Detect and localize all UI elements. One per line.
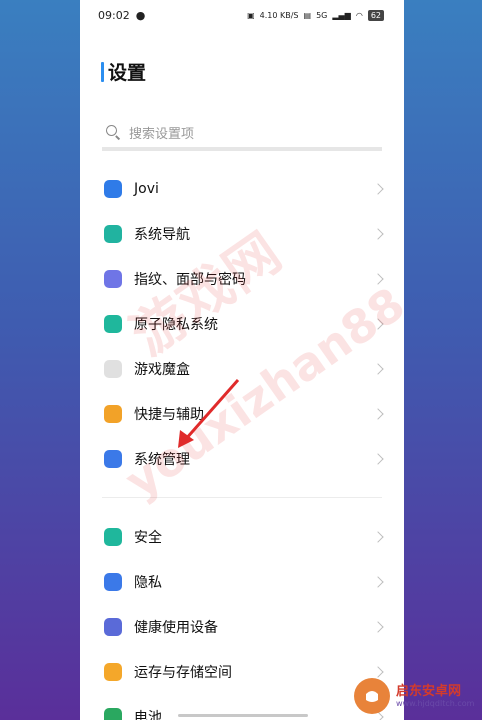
chevron-right-icon	[372, 317, 384, 330]
settings-item-label: 快捷与辅助	[134, 406, 204, 423]
gamepad-icon	[104, 359, 122, 378]
settings-screen: 09:02 ● ▣ 4.10 KB/S ▤ 5G ▂▄▆ ◠ 62 设置 搜索设…	[80, 0, 404, 720]
wifi-icon: ◠	[355, 10, 363, 20]
chevron-right-icon	[372, 620, 384, 633]
settings-item-label: 安全	[134, 529, 162, 546]
settings-item-group1-2[interactable]: 指纹、面部与密码	[80, 256, 404, 301]
settings-item-label: Jovi	[134, 180, 159, 197]
jovi-icon	[104, 179, 122, 198]
battery-icon	[104, 707, 122, 720]
settings-item-group2-1[interactable]: 隐私	[80, 559, 404, 604]
settings-item-group1-5[interactable]: 快捷与辅助	[80, 391, 404, 436]
nfc-icon: ▤	[303, 10, 312, 20]
system-hexagon-icon	[104, 449, 122, 468]
logo-url: www.hjdqdltch.com	[396, 698, 475, 708]
signal-label: 5G	[316, 10, 328, 20]
settings-item-group1-6[interactable]: 系统管理	[80, 436, 404, 481]
status-bar: 09:02 ● ▣ 4.10 KB/S ▤ 5G ▂▄▆ ◠ 62	[80, 0, 404, 30]
title-accent-bar	[101, 61, 104, 82]
battery-level: 62	[367, 9, 384, 21]
chevron-right-icon	[372, 530, 384, 543]
vibrate-icon: ▣	[247, 10, 255, 20]
chevron-right-icon	[372, 407, 384, 420]
signal-bars-icon: ▂▄▆	[332, 10, 351, 20]
chevron-right-icon	[372, 227, 384, 240]
network-speed: 4.10 KB/S	[259, 10, 299, 20]
settings-item-group1-4[interactable]: 游戏魔盒	[80, 346, 404, 391]
logo-name: 启东安卓网	[396, 683, 462, 699]
chevron-right-icon	[372, 272, 384, 285]
group-divider	[102, 497, 382, 498]
search-placeholder: 搜索设置项	[129, 126, 195, 142]
storage-pie-icon	[104, 662, 122, 681]
settings-group-primary: Jovi 系统导航指纹、面部与密码 原子隐私系统 游戏魔盒快捷与辅助系统管理	[80, 166, 404, 481]
lock-icon	[104, 572, 122, 591]
settings-item-label: 运存与存储空间	[134, 664, 232, 681]
settings-item-label: 隐私	[134, 574, 162, 591]
settings-item-group1-1[interactable]: 系统导航	[80, 211, 404, 256]
settings-item-label: 健康使用设备	[134, 619, 218, 636]
settings-item-group1-0[interactable]: Jovi	[80, 166, 404, 211]
site-logo: 启东安卓网 www.hjdqdltch.com	[354, 676, 478, 716]
settings-item-label: 系统管理	[134, 451, 190, 468]
settings-item-label: 指纹、面部与密码	[134, 271, 246, 288]
shortcut-arrow-icon	[104, 404, 122, 423]
chat-notification-icon: ●	[135, 8, 146, 22]
page-title: 设置	[108, 62, 147, 84]
search-icon	[106, 125, 120, 139]
fingerprint-icon	[104, 269, 122, 288]
privacy-shield-icon	[104, 314, 122, 333]
settings-item-label: 游戏魔盒	[134, 361, 190, 378]
settings-item-label: 原子隐私系统	[134, 316, 218, 333]
security-shield-icon	[104, 527, 122, 546]
search-field[interactable]: 搜索设置项	[102, 117, 382, 151]
settings-item-group1-3[interactable]: 原子隐私系统	[80, 301, 404, 346]
chevron-right-icon	[372, 452, 384, 465]
settings-item-group2-2[interactable]: 健康使用设备	[80, 604, 404, 649]
settings-item-label: 电池	[134, 709, 162, 720]
phone-nav-icon	[104, 224, 122, 243]
home-indicator[interactable]	[178, 714, 308, 717]
settings-item-group2-0[interactable]: 安全	[80, 514, 404, 559]
settings-item-label: 系统导航	[134, 226, 190, 243]
status-time: 09:02	[98, 8, 130, 22]
logo-emblem-icon	[354, 678, 390, 714]
chevron-right-icon	[372, 575, 384, 588]
chevron-right-icon	[372, 362, 384, 375]
page-header: 设置	[80, 30, 404, 85]
health-device-icon	[104, 617, 122, 636]
chevron-right-icon	[372, 182, 384, 195]
